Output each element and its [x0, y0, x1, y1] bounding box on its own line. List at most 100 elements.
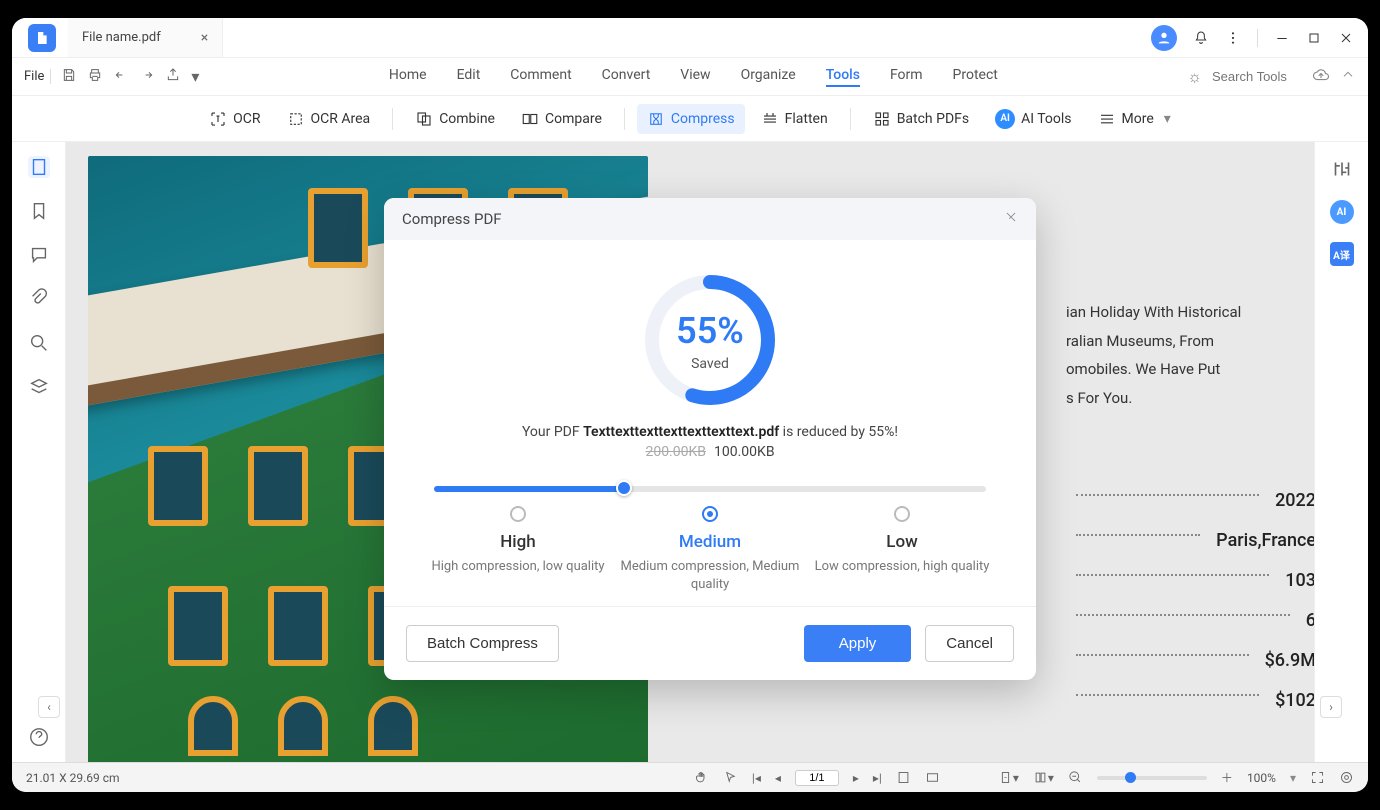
search-tools-input[interactable] [1212, 69, 1302, 84]
compare-button[interactable]: Compare [511, 104, 612, 134]
progress-percent: 55% [640, 310, 780, 352]
zoom-in-icon[interactable]: ＋ [1221, 769, 1233, 786]
compression-option-low[interactable]: LowLow compression, high quality [807, 506, 997, 594]
menu-view[interactable]: View [680, 67, 710, 87]
print-icon[interactable] [87, 67, 103, 87]
menu-home[interactable]: Home [389, 67, 427, 87]
fit-page-icon[interactable] [896, 770, 911, 785]
combine-button[interactable]: Combine [405, 104, 505, 134]
first-page-icon[interactable]: |◂ [752, 771, 761, 785]
document-tab[interactable]: File name.pdf × [68, 18, 223, 57]
title-bar: File name.pdf × [12, 18, 1368, 58]
file-menu[interactable]: File [24, 69, 51, 84]
close-window-icon[interactable] [1338, 30, 1354, 46]
properties-icon[interactable] [1329, 156, 1355, 182]
tab-filename: File name.pdf [82, 30, 161, 45]
dropdown-icon[interactable]: ▾ [191, 67, 199, 86]
tools-toolbar: OCR OCR Area Combine Compare Compress Fl… [12, 96, 1368, 142]
ai-sidebar-icon[interactable]: AI [1330, 200, 1354, 224]
attachments-icon[interactable] [28, 288, 50, 310]
fit-width-icon[interactable] [925, 770, 940, 785]
data-row: $102 [1076, 680, 1314, 720]
hand-tool-icon[interactable] [694, 770, 709, 785]
menu-form[interactable]: Form [890, 67, 923, 87]
next-page-icon[interactable]: ▸ [853, 771, 859, 785]
compression-option-high[interactable]: HighHigh compression, low quality [423, 506, 613, 594]
right-sidebar: AI A译 [1314, 142, 1368, 762]
collapse-left-icon[interactable]: ‹ [38, 696, 60, 718]
kebab-menu-icon[interactable] [1225, 30, 1241, 46]
batch-pdfs-button[interactable]: Batch PDFs [863, 104, 979, 134]
modal-close-icon[interactable] [1004, 210, 1018, 228]
zoom-slider[interactable] [1097, 776, 1207, 780]
compress-button[interactable]: Compress [637, 104, 745, 134]
fullscreen-icon[interactable] [1310, 770, 1325, 785]
collapse-right-icon[interactable]: › [1320, 696, 1342, 718]
bookmarks-icon[interactable] [28, 200, 50, 222]
menu-tools[interactable]: Tools [826, 67, 860, 87]
data-row: $6.9M [1076, 640, 1314, 680]
page-number-input[interactable] [795, 770, 839, 786]
app-logo[interactable] [28, 24, 56, 52]
close-tab-icon[interactable]: × [201, 30, 208, 46]
compression-option-medium[interactable]: MediumMedium compression, Medium quality [615, 506, 805, 594]
zoom-value: 100% [1247, 771, 1276, 785]
more-button[interactable]: More▾ [1088, 104, 1181, 134]
document-data-list: 2022Paris,France1036$6.9M$102 [1076, 480, 1314, 720]
compression-options: HighHigh compression, low qualityMediumM… [412, 506, 1008, 594]
radio-icon[interactable] [510, 506, 526, 522]
left-sidebar [12, 142, 66, 762]
progress-saved-label: Saved [640, 356, 780, 372]
slider-thumb[interactable] [616, 480, 632, 496]
apply-button[interactable]: Apply [804, 625, 912, 662]
data-row: 2022 [1076, 480, 1314, 520]
share-icon[interactable] [165, 67, 181, 87]
help-icon[interactable] [28, 726, 50, 748]
minimize-icon[interactable] [1274, 30, 1290, 46]
thumbnails-icon[interactable] [28, 156, 50, 178]
prev-page-icon[interactable]: ◂ [775, 771, 781, 785]
zoom-out-icon[interactable] [1068, 770, 1083, 785]
last-page-icon[interactable]: ▸| [873, 771, 882, 785]
page-display-icon[interactable]: ▾ [1033, 770, 1054, 785]
reduce-summary: Your PDF Texttexttexttexttexttexttext.pd… [412, 424, 1008, 440]
menu-edit[interactable]: Edit [457, 67, 481, 87]
select-tool-icon[interactable] [723, 770, 738, 785]
reading-mode-icon[interactable] [1339, 770, 1354, 785]
save-icon[interactable] [61, 67, 77, 87]
undo-icon[interactable] [113, 67, 129, 87]
menu-protect[interactable]: Protect [953, 67, 998, 87]
notifications-icon[interactable] [1193, 30, 1209, 46]
ocr-button[interactable]: OCR [199, 104, 270, 134]
menu-comment[interactable]: Comment [510, 67, 571, 87]
radio-icon[interactable] [702, 506, 718, 522]
comments-icon[interactable] [28, 244, 50, 266]
translate-sidebar-icon[interactable]: A译 [1330, 242, 1354, 266]
lightbulb-icon: ☼ [1187, 67, 1202, 87]
ai-badge-icon: AI [995, 109, 1015, 129]
size-comparison: 200.00KB100.00KB [412, 444, 1008, 460]
menu-organize[interactable]: Organize [741, 67, 796, 87]
account-avatar-icon[interactable] [1151, 25, 1177, 51]
cloud-upload-icon[interactable] [1312, 66, 1330, 88]
scroll-mode-icon[interactable]: ▾ [998, 770, 1019, 785]
menu-convert[interactable]: Convert [602, 67, 651, 87]
maximize-icon[interactable] [1306, 30, 1322, 46]
flatten-button[interactable]: Flatten [751, 104, 838, 134]
ocr-area-button[interactable]: OCR Area [277, 104, 381, 134]
search-icon[interactable] [28, 332, 50, 354]
status-bar: 21.01 X 29.69 cm |◂ ◂ ▸ ▸| ▾ ▾ ＋ 100%▾ [12, 762, 1368, 792]
compression-slider[interactable] [434, 486, 986, 492]
redo-icon[interactable] [139, 67, 155, 87]
page-dimensions: 21.01 X 29.69 cm [26, 771, 120, 785]
cancel-button[interactable]: Cancel [925, 625, 1014, 662]
layers-icon[interactable] [28, 376, 50, 398]
batch-compress-button[interactable]: Batch Compress [406, 625, 559, 662]
document-text: ian Holiday With Historicalralian Museum… [1066, 298, 1314, 412]
radio-icon[interactable] [894, 506, 910, 522]
data-row: Paris,France [1076, 520, 1314, 560]
collapse-ribbon-icon[interactable] [1340, 67, 1356, 87]
progress-ring: 55% Saved [640, 270, 780, 410]
ai-tools-button[interactable]: AIAI Tools [985, 103, 1081, 135]
data-row: 103 [1076, 560, 1314, 600]
